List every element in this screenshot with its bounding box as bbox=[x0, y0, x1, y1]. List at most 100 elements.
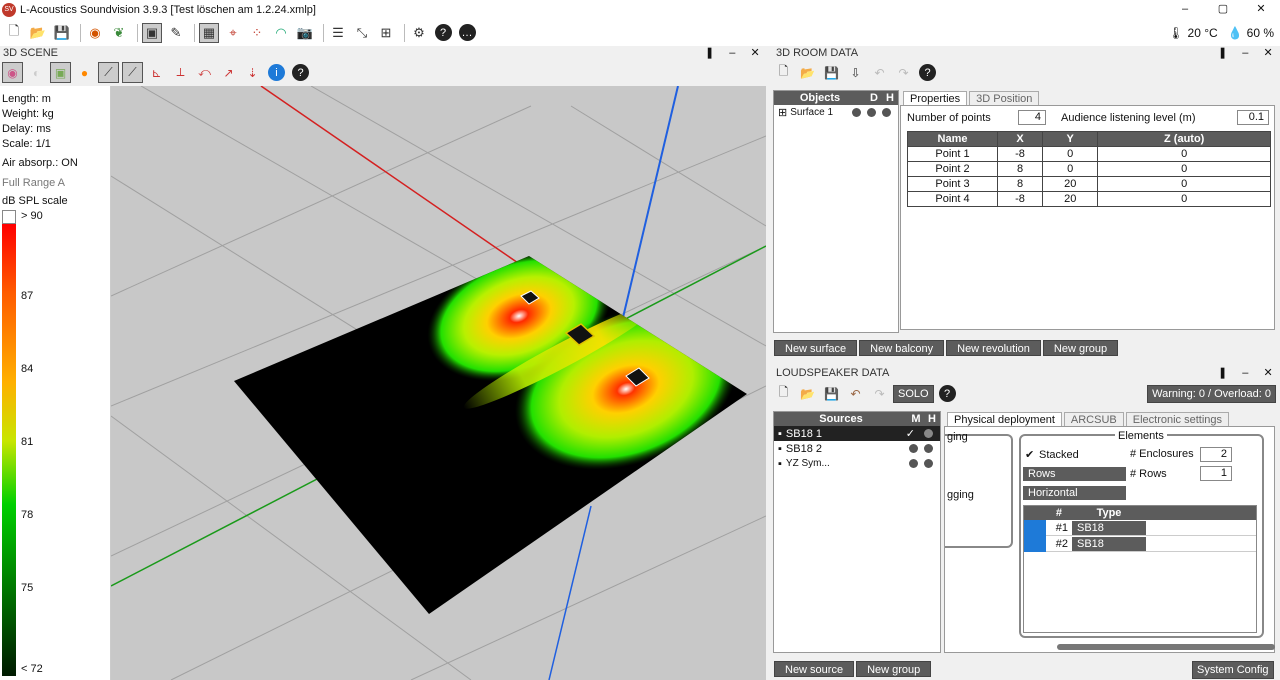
cell[interactable]: 0 bbox=[1042, 146, 1099, 162]
camera-icon[interactable]: 📷 bbox=[295, 23, 315, 43]
window-title: L-Acoustics Soundvision 3.9.3 [Test lösc… bbox=[20, 3, 316, 16]
cube-icon[interactable]: ▣ bbox=[50, 62, 71, 83]
3d-viewport[interactable] bbox=[111, 86, 766, 680]
redo-icon[interactable]: ↷ bbox=[869, 383, 890, 404]
visibility-toggle[interactable] bbox=[882, 108, 891, 117]
open-icon[interactable]: 📂 bbox=[797, 62, 818, 83]
source-item-sb18-2[interactable]: ▪ SB18 2 bbox=[774, 441, 940, 456]
grid-dots-icon[interactable]: ⁘ bbox=[247, 23, 267, 43]
spl-map-icon[interactable]: ◉ bbox=[2, 62, 23, 83]
mute-toggle[interactable] bbox=[909, 444, 918, 453]
new-group-button[interactable]: New group bbox=[1042, 340, 1119, 356]
cell[interactable]: 20 bbox=[1042, 191, 1099, 207]
network-icon[interactable]: ⌖ bbox=[223, 23, 243, 43]
axis-icon[interactable]: ⊾ bbox=[146, 62, 167, 83]
element-type-select[interactable]: SB18 bbox=[1072, 520, 1146, 535]
element-type-select[interactable]: SB18 bbox=[1072, 536, 1146, 551]
layout-icon[interactable]: ⊞ bbox=[376, 23, 396, 43]
hide-toggle[interactable] bbox=[867, 108, 876, 117]
check-mark[interactable]: ✓ bbox=[906, 427, 915, 440]
open-icon[interactable]: 📂 bbox=[797, 383, 818, 404]
scene-panel-controls[interactable]: ❚ – ✕ bbox=[705, 46, 766, 59]
undo-icon[interactable]: ↶ bbox=[845, 383, 866, 404]
room-view-icon[interactable]: ▣ bbox=[142, 22, 162, 43]
ls-panel-controls[interactable]: ❚ – ✕ bbox=[1218, 366, 1279, 379]
save-icon[interactable]: 💾 bbox=[52, 23, 72, 43]
leaf-icon[interactable]: ❦ bbox=[109, 23, 129, 43]
table-row[interactable]: Point 4 -8 20 0 bbox=[907, 191, 1271, 207]
source-item-sb18-1[interactable]: ▪ SB18 1 ✓ bbox=[774, 426, 940, 441]
move-icon[interactable]: ↗ bbox=[218, 62, 239, 83]
new-file-icon[interactable]: 🗋 bbox=[4, 23, 24, 43]
close-window-button[interactable]: ✕ bbox=[1242, 0, 1280, 19]
new-source-button[interactable]: New source bbox=[774, 661, 855, 677]
arc-icon[interactable]: ◠ bbox=[271, 23, 291, 43]
new-revolution-button[interactable]: New revolution bbox=[946, 340, 1041, 356]
save-icon[interactable]: 💾 bbox=[821, 62, 842, 83]
system-config-button[interactable]: System Config bbox=[1192, 661, 1274, 679]
box-icon[interactable]: ▦ bbox=[199, 22, 219, 43]
cell[interactable]: 20 bbox=[1042, 176, 1099, 192]
horizontal-scrollbar[interactable] bbox=[1057, 644, 1275, 650]
table-row[interactable]: Point 1 -8 0 0 bbox=[907, 146, 1271, 162]
rows-spinner[interactable]: 1 bbox=[1200, 466, 1232, 481]
undo-icon[interactable]: ↶ bbox=[869, 62, 890, 83]
help-icon[interactable]: ? bbox=[433, 23, 453, 43]
report-icon[interactable]: ☰ bbox=[328, 23, 348, 43]
solo-button[interactable]: SOLO bbox=[893, 384, 934, 403]
save-icon[interactable]: 💾 bbox=[821, 383, 842, 404]
color-swatch bbox=[1024, 519, 1046, 536]
orientation-select[interactable]: Horizontal bbox=[1023, 486, 1126, 500]
pencil-icon[interactable]: ✎ bbox=[166, 23, 186, 43]
cell[interactable]: 0 bbox=[1042, 161, 1099, 177]
section-line2-icon[interactable]: ⟋ bbox=[122, 62, 143, 83]
display-toggle[interactable] bbox=[852, 108, 861, 117]
cell[interactable]: 8 bbox=[996, 161, 1044, 177]
hide-toggle[interactable] bbox=[924, 444, 933, 453]
source-item-yz-sym[interactable]: ▪ YZ Sym... bbox=[774, 456, 940, 471]
audience-level-input[interactable]: 0.1 bbox=[1237, 110, 1269, 125]
light-icon[interactable]: ◐ bbox=[26, 62, 47, 83]
mapping-icon[interactable]: ◉ bbox=[85, 23, 105, 43]
hide-toggle[interactable] bbox=[924, 459, 933, 468]
points-spinner[interactable]: 4 bbox=[1018, 110, 1046, 125]
scale-87: 87 bbox=[21, 290, 34, 302]
table-row[interactable]: #2 SB18 bbox=[1024, 535, 1256, 552]
fit-view-icon[interactable]: ⤡ bbox=[352, 23, 372, 43]
section-line-icon[interactable]: ⟋ bbox=[98, 62, 119, 83]
hide-toggle[interactable] bbox=[924, 429, 933, 438]
cell[interactable]: -8 bbox=[996, 191, 1044, 207]
rotate-icon[interactable]: ⤺ bbox=[194, 62, 215, 83]
new-surface-button[interactable]: New surface bbox=[774, 340, 858, 356]
enclosures-spinner[interactable]: 2 bbox=[1200, 447, 1232, 462]
more-icon[interactable]: … bbox=[457, 23, 477, 43]
help-icon[interactable]: ? bbox=[917, 62, 938, 83]
help-icon[interactable]: ? bbox=[937, 383, 958, 404]
pin-icon[interactable]: ⇣ bbox=[242, 62, 263, 83]
question-icon[interactable]: ? bbox=[290, 62, 311, 83]
scene-canvas[interactable] bbox=[111, 86, 766, 680]
open-folder-icon[interactable]: 📂 bbox=[28, 23, 48, 43]
redo-icon[interactable]: ↷ bbox=[893, 62, 914, 83]
new-balcony-button[interactable]: New balcony bbox=[859, 340, 945, 356]
table-row[interactable]: Point 2800 bbox=[907, 161, 1271, 177]
table-row[interactable]: #1 SB18 bbox=[1024, 519, 1256, 536]
info-icon[interactable]: i bbox=[266, 62, 287, 83]
cell[interactable]: 8 bbox=[996, 176, 1044, 192]
coverage-icon[interactable]: ● bbox=[74, 62, 95, 83]
restore-button[interactable]: ▢ bbox=[1204, 0, 1242, 19]
rows-select[interactable]: Rows bbox=[1023, 467, 1126, 481]
table-row[interactable]: Point 3 8 20 0 bbox=[907, 176, 1271, 192]
stacked-check-icon[interactable]: ✔ bbox=[1025, 448, 1034, 461]
import-icon[interactable]: ⇩ bbox=[845, 62, 866, 83]
minimize-button[interactable]: – bbox=[1166, 0, 1204, 19]
tree-item-surface-1[interactable]: ⊞ Surface 1 bbox=[774, 105, 898, 120]
new-icon[interactable]: 🗋 bbox=[773, 62, 794, 83]
new-icon[interactable]: 🗋 bbox=[773, 383, 794, 404]
plane-icon[interactable]: ⟂ bbox=[170, 62, 191, 83]
gear-icon[interactable]: ⚙ bbox=[409, 23, 429, 43]
mute-toggle[interactable] bbox=[909, 459, 918, 468]
new-group-button[interactable]: New group bbox=[856, 661, 932, 677]
cell[interactable]: -8 bbox=[996, 146, 1044, 162]
room-panel-controls[interactable]: ❚ – ✕ bbox=[1218, 46, 1279, 59]
